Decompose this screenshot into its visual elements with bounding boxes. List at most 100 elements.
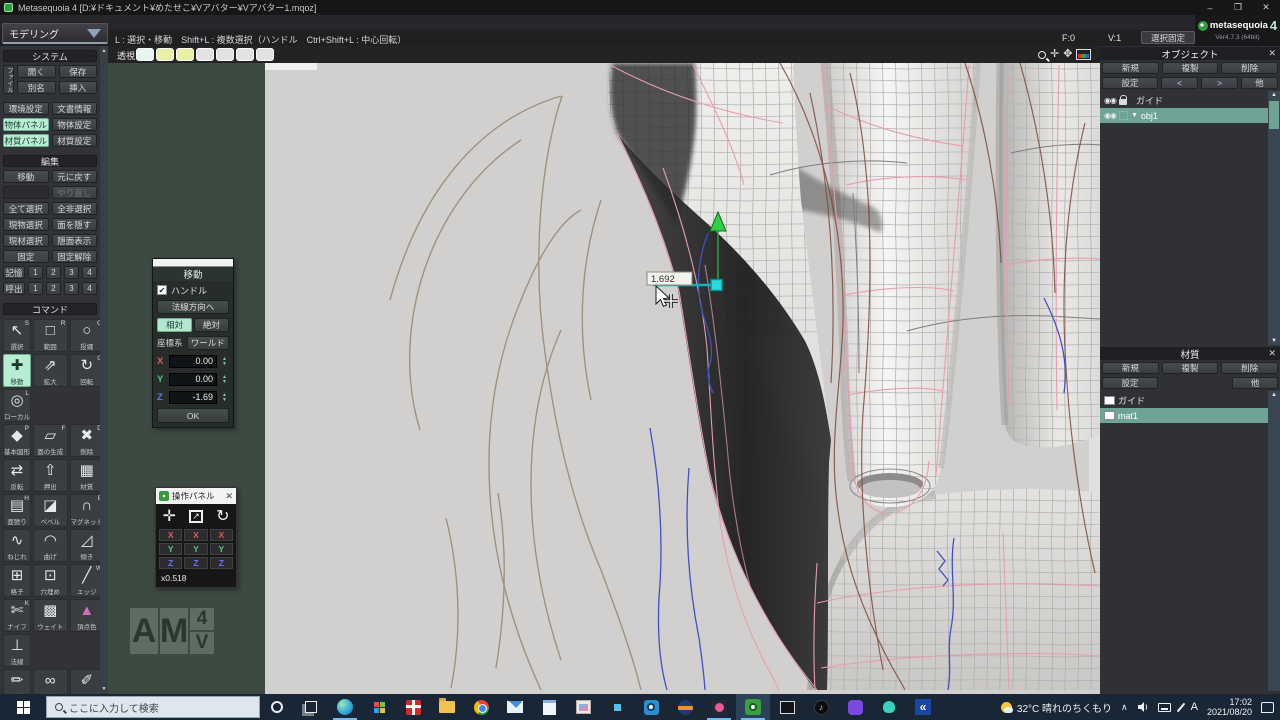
left-panel-scrollbar[interactable]: ▲ ▼ bbox=[100, 46, 108, 694]
miku-app-button[interactable] bbox=[872, 694, 906, 720]
handle-knob[interactable] bbox=[711, 280, 722, 291]
cmd-twist[interactable]: ∿ ねじれ bbox=[3, 529, 31, 562]
orbit-icon[interactable]: ✥ bbox=[1063, 48, 1072, 61]
video-editor-button[interactable] bbox=[770, 694, 804, 720]
object-row-obj1[interactable]: ◉◉ ▼ obj1 bbox=[1100, 108, 1268, 123]
material-swatch[interactable] bbox=[1104, 396, 1115, 405]
pen-input-icon[interactable] bbox=[1176, 702, 1185, 712]
y-value-field[interactable]: 0.00 bbox=[169, 373, 217, 386]
cmd-delete[interactable]: ✖ 削除 D bbox=[70, 424, 105, 457]
material-swatch[interactable] bbox=[1104, 411, 1115, 420]
scroll-up-icon[interactable]: ▲ bbox=[100, 48, 108, 54]
z-spinner[interactable]: ▲▼ bbox=[220, 393, 229, 402]
action-center-icon[interactable] bbox=[1261, 702, 1274, 713]
view-toggle-3[interactable] bbox=[176, 48, 194, 61]
lock-icon[interactable] bbox=[1119, 99, 1127, 105]
object-next-button[interactable]: > bbox=[1201, 77, 1238, 89]
purple-app-button[interactable] bbox=[838, 694, 872, 720]
recall-label[interactable]: 呼出 bbox=[3, 282, 25, 295]
normal-direction-button[interactable]: 法線方向へ bbox=[157, 300, 229, 314]
cmd-vertex-color[interactable]: ▲ 頂点色 bbox=[70, 599, 105, 632]
absolute-toggle[interactable]: 絶対 bbox=[194, 318, 229, 332]
object-settings-button[interactable]: 設定 bbox=[1102, 77, 1158, 89]
op-x-1[interactable]: X bbox=[159, 529, 182, 541]
object-other-button[interactable]: 他 bbox=[1241, 77, 1278, 89]
object-settings-button[interactable]: 物体設定 bbox=[52, 118, 98, 131]
task-view-button[interactable] bbox=[294, 694, 328, 720]
z-value-field[interactable]: -1.69 bbox=[169, 391, 217, 404]
redo-button[interactable]: やり直し bbox=[52, 186, 98, 199]
memory-label[interactable]: 記憶 bbox=[3, 266, 25, 279]
memory-slot-2[interactable]: 2 bbox=[46, 266, 61, 279]
op-y-2[interactable]: Y bbox=[184, 543, 207, 555]
cmd-move[interactable]: ✚ 移動 bbox=[3, 354, 31, 387]
cmd-tilt[interactable]: ◿ 傾き bbox=[70, 529, 105, 562]
cmd-lasso[interactable]: ○ 投縄 G bbox=[70, 319, 105, 352]
scroll-thumb[interactable] bbox=[1269, 101, 1279, 129]
menu-item[interactable] bbox=[184, 15, 198, 30]
cmd-bend[interactable]: ◠ 曲げ bbox=[33, 529, 68, 562]
cmd-extrude[interactable]: ⇧ 押出 bbox=[33, 459, 68, 492]
expand-caret-icon[interactable]: ▼ bbox=[1131, 112, 1138, 119]
move-tool-icon[interactable]: ✛ bbox=[163, 506, 176, 526]
recall-slot-2[interactable]: 2 bbox=[46, 282, 61, 295]
view-toggle-2[interactable] bbox=[156, 48, 174, 61]
menu-item[interactable] bbox=[254, 15, 268, 30]
move-dialog-title[interactable]: 移動 bbox=[153, 267, 233, 281]
cmd-rotate[interactable]: ↻ 回転 C bbox=[70, 354, 105, 387]
memory-slot-3[interactable]: 3 bbox=[64, 266, 79, 279]
cmd-local[interactable]: ◎ ローカル L bbox=[3, 389, 31, 422]
pan-icon[interactable]: ✛ bbox=[1050, 48, 1059, 61]
material-duplicate-button[interactable]: 複製 bbox=[1162, 362, 1219, 374]
material-row-guide[interactable]: ガイド bbox=[1100, 393, 1268, 408]
x-value-field[interactable]: 0.00 bbox=[169, 355, 217, 368]
close-icon[interactable]: ✕ bbox=[1268, 348, 1276, 359]
relative-toggle[interactable]: 相対 bbox=[157, 318, 192, 332]
op-z-3[interactable]: Z bbox=[210, 557, 233, 569]
view-toggle-1[interactable] bbox=[136, 48, 154, 61]
cmd-magnet[interactable]: ∩ マグネット B bbox=[70, 494, 105, 527]
cmd-knife[interactable]: ✄ ナイフ K bbox=[3, 599, 31, 632]
photos-app-button[interactable] bbox=[600, 694, 634, 720]
start-button[interactable] bbox=[0, 694, 46, 720]
view-toggle-7[interactable] bbox=[256, 48, 274, 61]
open-button[interactable]: 開く bbox=[17, 65, 56, 78]
title-bar[interactable]: Metasequoia 4 [D:¥ドキュメント¥めたせこ¥Vアバター¥Vアバタ… bbox=[0, 0, 1280, 15]
save-button[interactable]: 保存 bbox=[59, 65, 98, 78]
object-prev-button[interactable]: < bbox=[1161, 77, 1198, 89]
mode-dropdown[interactable]: モデリング bbox=[2, 23, 108, 44]
menu-item[interactable] bbox=[240, 15, 254, 30]
minimize-button[interactable]: – bbox=[1196, 0, 1224, 15]
op-x-3[interactable]: X bbox=[210, 529, 233, 541]
clip-studio-button[interactable] bbox=[702, 694, 736, 720]
display-settings-icon[interactable] bbox=[1076, 49, 1091, 60]
ime-mode-indicator[interactable]: A bbox=[1191, 701, 1198, 713]
dialog-grip[interactable] bbox=[153, 259, 233, 267]
object-list-scrollbar[interactable]: ▲ ▼ bbox=[1268, 91, 1280, 345]
menu-item[interactable] bbox=[212, 15, 226, 30]
command-section-header[interactable]: コマンド bbox=[3, 303, 97, 315]
cmd-primitive[interactable]: ◆ 基本図形 P bbox=[3, 424, 31, 457]
close-icon[interactable]: ✕ bbox=[1268, 48, 1276, 59]
menu-item[interactable] bbox=[198, 15, 212, 30]
cmd-normal[interactable]: ⊥ 法線 bbox=[3, 634, 31, 667]
select-all-button[interactable]: 全て選択 bbox=[3, 202, 49, 215]
store-button[interactable] bbox=[362, 694, 396, 720]
object-checkbox[interactable] bbox=[1119, 111, 1128, 120]
aviutl-button[interactable] bbox=[668, 694, 702, 720]
mail-button[interactable] bbox=[498, 694, 532, 720]
recall-slot-1[interactable]: 1 bbox=[28, 282, 43, 295]
touch-keyboard-icon[interactable] bbox=[1158, 703, 1171, 712]
material-settings-button[interactable]: 材質設定 bbox=[52, 134, 98, 147]
handle-checkbox[interactable]: ✔ bbox=[157, 285, 167, 295]
y-spinner[interactable]: ▲▼ bbox=[220, 375, 229, 384]
ok-button[interactable]: OK bbox=[157, 408, 229, 423]
object-delete-button[interactable]: 削除 bbox=[1221, 62, 1278, 74]
memory-slot-1[interactable]: 1 bbox=[28, 266, 43, 279]
material-panel-toggle[interactable]: 材質パネル bbox=[3, 134, 49, 147]
deselect-all-button[interactable]: 全非選択 bbox=[52, 202, 98, 215]
chrome-button[interactable] bbox=[464, 694, 498, 720]
gift-app-button[interactable] bbox=[396, 694, 430, 720]
memory-slot-4[interactable]: 4 bbox=[82, 266, 97, 279]
material-new-button[interactable]: 新規 bbox=[1102, 362, 1159, 374]
